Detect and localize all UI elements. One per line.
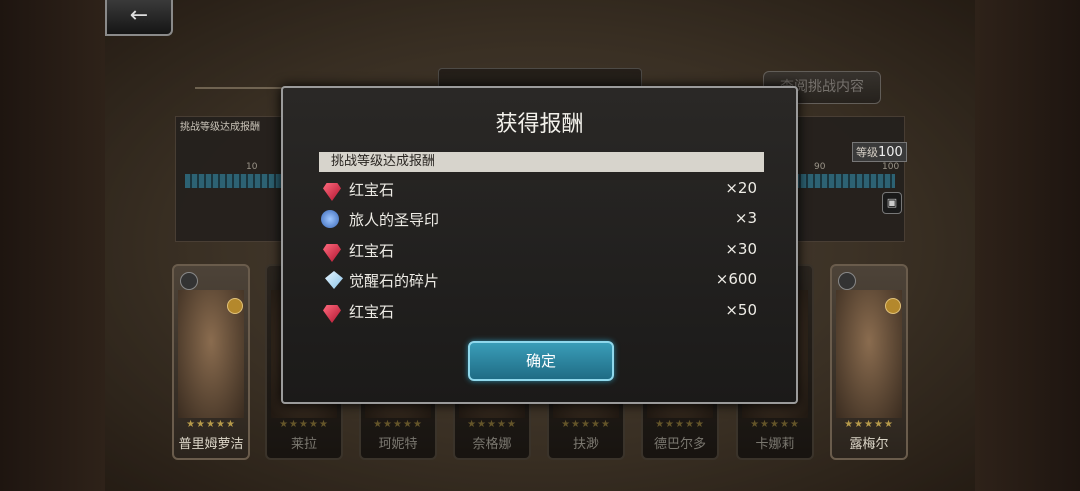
card-name: 扶渺 (572, 437, 599, 452)
card-element-icon (838, 272, 856, 290)
traveler-seal-icon (321, 210, 339, 228)
reward-dialog: 获得报酬 挑战等级达成报酬 红宝石 ×20 旅人的圣导印 ×3 红宝石 ×30 … (281, 86, 798, 404)
card-stars: ★★★★★ (279, 419, 329, 430)
card-stars: ★★★★★ (467, 419, 517, 430)
ruby-icon (323, 305, 341, 323)
reward-row: 红宝石 ×50 (321, 298, 757, 324)
reward-row: 红宝石 ×30 (321, 237, 757, 263)
reward-name: 红宝石 (349, 181, 395, 199)
reward-chest-icon[interactable]: ▣ (882, 192, 902, 214)
card-name: 奈格娜 (472, 437, 512, 452)
left-wall-decoration (0, 0, 105, 491)
card-name: 露梅尔 (849, 437, 889, 452)
game-screen: ← 查阅挑战内容 挑战等级达成报酬 等级100 10 90 100 ▣ ▣ ▣ … (0, 0, 1080, 491)
card-rank-icon (227, 298, 243, 314)
card-name: 卡娜莉 (755, 437, 795, 452)
reward-name: 红宝石 (349, 242, 395, 260)
reward-name: 红宝石 (349, 303, 395, 321)
card-stars: ★★★★★ (373, 419, 423, 430)
reward-quantity: ×30 (725, 240, 757, 258)
card-stars: ★★★★★ (186, 419, 236, 430)
card-name: 莱拉 (290, 437, 317, 452)
progress-section-label: 挑战等级达成报酬 (180, 122, 260, 133)
card-name: 珂妮特 (378, 437, 418, 452)
card-rank-icon (885, 298, 901, 314)
character-card[interactable]: ★★★★★ 露梅尔 (830, 264, 908, 460)
card-stars: ★★★★★ (844, 419, 894, 430)
back-button[interactable]: ← (105, 0, 173, 36)
ruby-icon (323, 244, 341, 262)
reward-name: 旅人的圣导印 (349, 211, 440, 229)
reward-quantity: ×20 (725, 179, 757, 197)
level-prefix: 等级 (856, 146, 878, 159)
reward-section-header: 挑战等级达成报酬 (319, 152, 764, 172)
reward-row: 觉醒石的碎片 ×600 (321, 267, 757, 293)
reward-row: 红宝石 ×20 (321, 176, 757, 202)
card-name: 德巴尔多 (653, 437, 706, 452)
confirm-button[interactable]: 确定 (468, 341, 614, 381)
reward-quantity: ×3 (734, 209, 757, 227)
ruby-icon (323, 183, 341, 201)
level-indicator: 等级100 (852, 142, 907, 162)
card-element-icon (180, 272, 198, 290)
card-stars: ★★★★★ (750, 419, 800, 430)
awakening-shard-icon (325, 271, 343, 289)
character-card[interactable]: ★★★★★ 普里姆萝洁 (172, 264, 250, 460)
card-name: 普里姆萝洁 (178, 437, 244, 452)
arrow-left-icon: ← (129, 3, 149, 28)
tick-label: 100 (882, 162, 900, 172)
tick-label: 90 (814, 162, 826, 172)
reward-name: 觉醒石的碎片 (349, 272, 440, 290)
right-wall-decoration (975, 0, 1080, 491)
card-stars: ★★★★★ (655, 419, 705, 430)
reward-quantity: ×600 (715, 270, 757, 288)
dialog-title: 获得报酬 (495, 112, 584, 137)
level-value: 100 (878, 145, 903, 160)
reward-quantity: ×50 (725, 301, 757, 319)
tick-label: 10 (246, 162, 258, 172)
card-stars: ★★★★★ (561, 419, 611, 430)
reward-row: 旅人的圣导印 ×3 (321, 206, 757, 232)
